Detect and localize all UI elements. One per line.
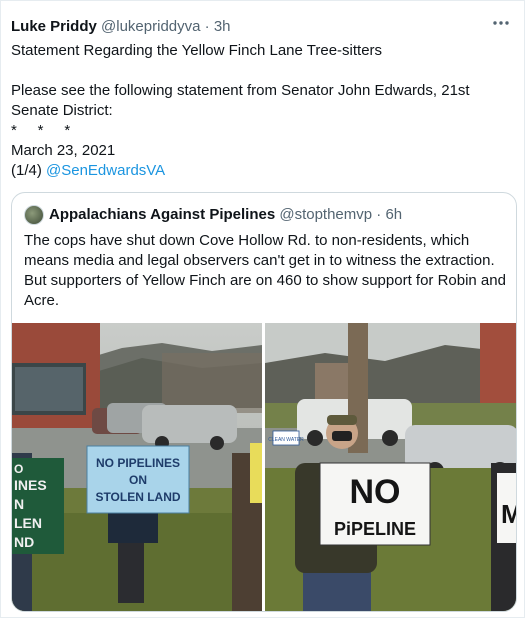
mention-link[interactable]: @SenEdwardsVA — [46, 162, 165, 179]
protest-sign-blue: NO PIPELINES ON STOLEN LAND — [86, 445, 190, 514]
more-icon[interactable] — [490, 13, 512, 35]
tweet-header: Luke Priddy @lukepriddyva · 3h — [11, 17, 231, 37]
sign-text: N — [14, 496, 24, 512]
sign-text: NO — [350, 473, 401, 511]
thread-prefix: (1/4) — [11, 162, 47, 179]
tweet-text-line: Statement Regarding the Yellow Finch Lan… — [11, 42, 383, 59]
quoted-tweet-timestamp[interactable]: 6h — [385, 205, 402, 225]
sign-text: CLEAN WATER — [268, 437, 304, 443]
separator-dot: · — [204, 18, 210, 35]
avatar[interactable] — [24, 205, 44, 225]
tweet-timestamp[interactable]: 3h — [214, 18, 231, 35]
sign-text: O — [14, 462, 23, 476]
sign-text: STOLEN LAND — [95, 490, 180, 504]
quoted-tweet-text: The cops have shut down Cove Hollow Rd. … — [24, 232, 506, 309]
protest-photo-right[interactable]: CLEAN WATER NO PiPELINE — [265, 323, 517, 611]
tweet-text-line: March 23, 2021 — [11, 142, 116, 159]
quoted-author-name[interactable]: Appalachians Against Pipelines — [49, 205, 275, 225]
clean-water-sign: CLEAN WATER — [268, 430, 304, 446]
quoted-author-handle[interactable]: @stopthemvp — [279, 205, 372, 225]
author-handle[interactable]: @lukepriddyva — [101, 18, 200, 35]
tweet-text-line: (1/4) @SenEdwardsVA — [11, 161, 516, 181]
quoted-tweet[interactable]: Appalachians Against Pipelines @stopthem… — [11, 192, 517, 612]
sign-text: PiPELINE — [334, 519, 416, 539]
sign-text: ON — [129, 473, 147, 487]
sign-text: LEN — [14, 515, 42, 531]
tweet-text-line: Please see the following statement from … — [11, 82, 474, 119]
protest-photo-left[interactable]: O INES N LEN ND NO PIPELINES ON STOLEN L… — [12, 323, 262, 611]
partial-sign-right: M — [497, 473, 517, 543]
sign-text: M — [501, 499, 517, 529]
sign-text: NO PIPELINES — [96, 456, 180, 470]
tweet-card[interactable]: Luke Priddy @lukepriddyva · 3h Statement… — [0, 0, 525, 618]
partial-sign-left: O INES N LEN ND — [12, 458, 64, 554]
tweet-text: Statement Regarding the Yellow Finch Lan… — [11, 41, 516, 181]
quoted-tweet-header: Appalachians Against Pipelines @stopthem… — [24, 205, 402, 225]
separator-dot: · — [376, 206, 382, 223]
tweet-text-line — [11, 61, 516, 81]
sign-text: INES — [14, 477, 47, 493]
author-name[interactable]: Luke Priddy — [11, 18, 97, 35]
protest-sign-white: NO PiPELINE — [319, 462, 431, 546]
sign-text: ND — [14, 534, 34, 550]
photo-grid: O INES N LEN ND NO PIPELINES ON STOLEN L… — [12, 323, 517, 611]
tweet-text-line: * * * — [11, 122, 71, 139]
